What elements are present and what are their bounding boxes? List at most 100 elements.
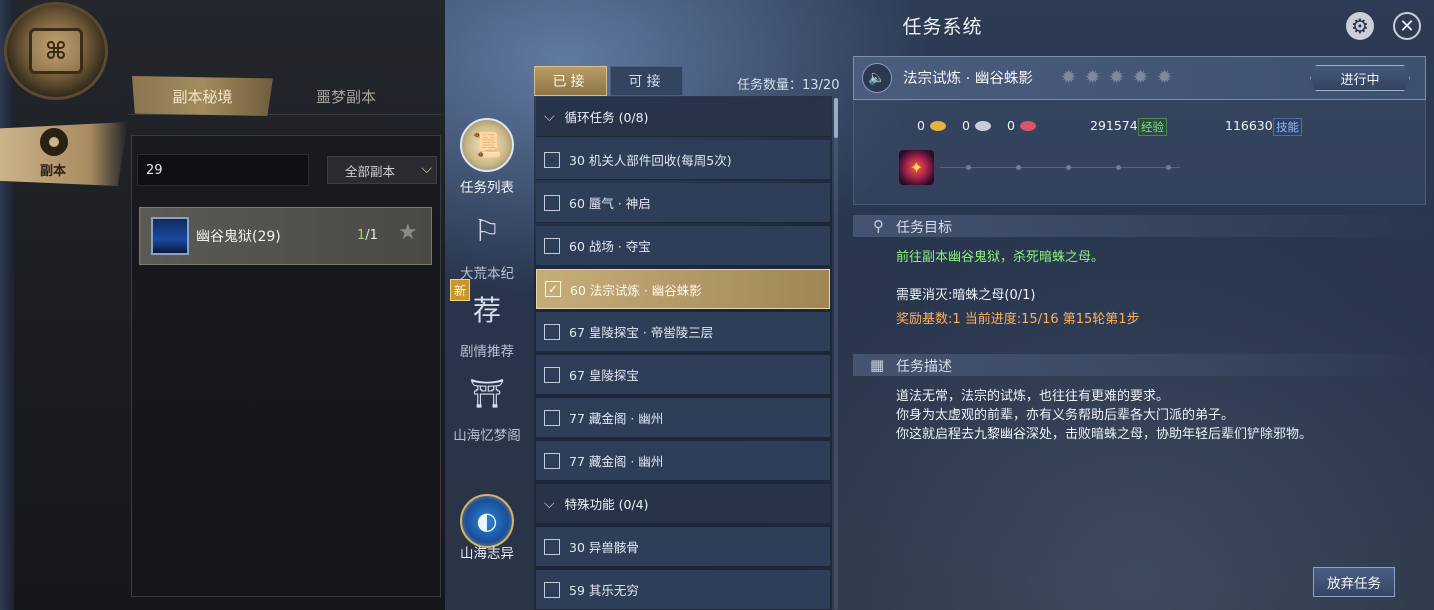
silver-coin-icon (974, 120, 991, 131)
quest-checkbox[interactable] (544, 323, 560, 340)
quest-label: 59 其乐无穷 (569, 583, 639, 598)
dungeon-name: 幽谷鬼狱(29) (196, 229, 281, 245)
quest-checkbox[interactable] (544, 151, 560, 168)
quest-label: 77 藏金阁 · 幽州 (569, 454, 664, 469)
quest-checkbox[interactable] (544, 581, 560, 598)
skill-value: 116630 (1225, 118, 1273, 133)
tab-available[interactable]: 可接 (610, 66, 683, 96)
quest-label: 特殊功能 (0/4) (564, 497, 649, 512)
goal-text: 前往副本幽谷鬼狱，杀死暗蛛之母。 (896, 250, 1105, 265)
quest-checkbox[interactable] (544, 366, 560, 383)
quest-row[interactable]: 60 战场 · 夺宝 (536, 226, 830, 266)
quest-row[interactable]: 30 机关人部件回收(每周5次) (536, 140, 830, 180)
nav-story-recommend[interactable]: 荐 剧情推荐 (447, 282, 527, 360)
quest-label: 60 法宗试炼 · 幽谷蛛影 (570, 282, 702, 298)
quest-checkbox[interactable] (544, 409, 560, 426)
quest-label: 67 皇陵探宝 · 帝喾陵三层 (569, 325, 714, 340)
skill-tag: 技能 (1273, 118, 1302, 136)
quest-label: 60 蜃气 · 神启 (569, 196, 651, 211)
dungeon-count: 1/1 (357, 228, 378, 243)
empty-slot (1116, 165, 1121, 170)
nav-task-list[interactable]: 📜 任务列表 (447, 118, 527, 196)
filter-selected-label: 全部副本 (345, 163, 396, 179)
quest-row[interactable]: 67 皇陵探宝 (536, 355, 830, 395)
quest-label: 60 战场 · 夺宝 (569, 239, 651, 254)
quest-category[interactable]: ⌵ 循环任务 (0/8) (536, 97, 830, 137)
quest-scrollbar[interactable] (834, 98, 838, 138)
panel-edge (0, 0, 14, 610)
reward-item-icon[interactable]: ✦ (899, 150, 934, 185)
quest-row[interactable]: ✓ 60 法宗试炼 · 幽谷蛛影 (536, 269, 830, 309)
quest-row[interactable]: 77 藏金阁 · 幽州 (536, 441, 830, 481)
desc-line: 道法无常，法宗的试炼，也往往有更难的要求。 (896, 389, 1170, 404)
empty-slot (1166, 165, 1171, 170)
nav-story-label: 剧情推荐 (460, 344, 514, 360)
desc-line: 你这就启程去九黎幽谷深处，击败暗蛛之母，协助年轻后辈们铲除邪物。 (896, 427, 1313, 442)
chevron-down-icon: ⌵ (544, 495, 555, 512)
progress-text: 奖励基数:1 当前进度:15/16 第15轮第1步 (896, 312, 1140, 327)
difficulty-gear-icon: ✹ (1085, 67, 1101, 88)
tab-accepted[interactable]: 已接 (534, 66, 607, 96)
abandon-quest-button[interactable]: 放弃任务 (1313, 567, 1395, 597)
quest-label: 循环任务 (0/8) (564, 110, 649, 125)
quest-status-button[interactable]: 进行中 (1310, 65, 1410, 91)
reward-panel (853, 100, 1426, 205)
dungeon-emblem-icon: ⌘ (4, 2, 108, 100)
quest-scroll-track[interactable] (834, 98, 838, 610)
red-coin-icon (1019, 120, 1036, 131)
nav-pavilion[interactable]: ⛩ 山海忆梦阁 (447, 366, 527, 445)
gold-coin-reward: 0 (917, 118, 946, 133)
quest-checkbox[interactable] (544, 194, 560, 211)
quest-label: 30 机关人部件回收(每周5次) (569, 153, 732, 168)
empty-slot (966, 165, 971, 170)
quest-label: 30 异兽骸骨 (569, 540, 639, 555)
kill-requirement: 需要消灭:暗蛛之母(0/1) (896, 288, 1036, 303)
quest-row[interactable]: 77 藏金阁 · 幽州 (536, 398, 830, 438)
close-icon[interactable]: ✕ (1393, 12, 1421, 40)
quest-category[interactable]: ⌵ 特殊功能 (0/4) (536, 484, 830, 524)
quest-row[interactable]: 67 皇陵探宝 · 帝喾陵三层 (536, 312, 830, 352)
favorite-star-icon[interactable]: ★ (398, 220, 418, 245)
nav-zhiyi-label: 山海志异 (460, 546, 514, 562)
window-title: 任务系统 (902, 16, 983, 38)
red-coin-reward: 0 (1007, 118, 1036, 133)
pavilion-icon: ⛩ (469, 376, 505, 410)
dungeon-filter-select[interactable]: 全部副本 ⌵ (327, 156, 437, 184)
nav-chronicle[interactable]: ⚐ 大荒本纪 (447, 204, 527, 283)
wave-emblem-icon: ◐ (460, 494, 514, 548)
silver-coin-reward: 0 (962, 118, 991, 133)
chevron-down-icon: ⌵ (544, 108, 555, 125)
difficulty-gear-icon: ✹ (1109, 67, 1125, 88)
exp-tag: 经验 (1138, 118, 1167, 136)
dungeon-thumbnail (151, 217, 189, 255)
quest-row[interactable]: 60 蜃气 · 神启 (536, 183, 830, 223)
quest-count: 任务数量：13/20 (737, 78, 840, 93)
dungeon-search-input[interactable] (137, 154, 309, 186)
quest-row[interactable]: 30 异兽骸骨 (536, 527, 830, 567)
nav-task-list-label: 任务列表 (460, 180, 514, 196)
empty-slot (1066, 165, 1071, 170)
difficulty-gear-icon: ✹ (1157, 67, 1173, 88)
dungeon-list (131, 135, 441, 597)
empty-slot (1016, 165, 1021, 170)
book-icon: ⚐ (473, 213, 501, 249)
quest-row[interactable]: 59 其乐无穷 (536, 570, 830, 610)
speaker-icon[interactable]: 🔈 (862, 63, 892, 93)
quest-checkbox[interactable]: ✓ (545, 281, 561, 297)
tab-nightmare-dungeon[interactable]: 噩梦副本 (276, 76, 416, 116)
difficulty-gear-icon: ✹ (1133, 67, 1149, 88)
quest-title: 法宗试炼 · 幽谷蛛影 (903, 71, 1033, 87)
nav-zhiyi[interactable]: ◐ 山海志异 (447, 494, 527, 562)
exp-value: 291574 (1090, 118, 1138, 133)
quest-label: 67 皇陵探宝 (569, 368, 639, 383)
reward-slot-line (940, 167, 1180, 168)
gear-icon[interactable]: ⚙ (1346, 12, 1374, 40)
quest-checkbox[interactable] (544, 452, 560, 469)
quest-label: 77 藏金阁 · 幽州 (569, 411, 664, 426)
quest-checkbox[interactable] (544, 538, 560, 555)
eye-icon (40, 128, 68, 156)
quest-checkbox[interactable] (544, 237, 560, 254)
tab-dungeon-realm[interactable]: 副本秘境 (132, 76, 273, 116)
desc-section-title: 任务描述 (896, 359, 952, 375)
difficulty-gear-icon: ✹ (1061, 67, 1077, 88)
